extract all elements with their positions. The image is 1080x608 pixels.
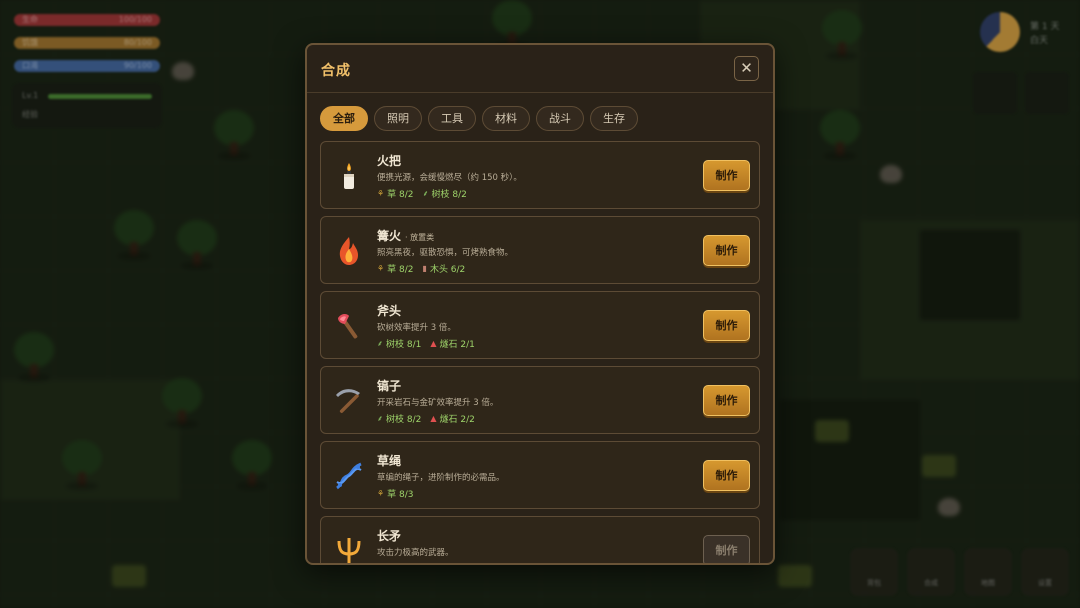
- recipe-description: 攻击力极高的武器。: [377, 548, 454, 558]
- hotbar-slot[interactable]: 地图: [964, 548, 1012, 596]
- material-item: ⸙ 树枝 8/2: [423, 187, 467, 200]
- material-item: ⚘ 草 8/2: [377, 262, 414, 275]
- recipe-materials: ⚘ 草 8/3: [377, 487, 414, 500]
- fire-icon: [333, 235, 365, 267]
- tab-2[interactable]: 工具: [428, 106, 476, 131]
- hotbar-slot[interactable]: 背包: [850, 548, 898, 596]
- material-count: 树枝 8/1: [386, 340, 422, 350]
- tab-3[interactable]: 材料: [482, 106, 530, 131]
- recipe-materials: ⚘ 草 8/2 ⸙ 树枝 8/2: [377, 187, 467, 200]
- recipe-name: 草绳: [377, 454, 402, 468]
- material-count: 草 8/2: [387, 265, 414, 275]
- recipe-description: 草编的绳子，进阶制作的必需品。: [377, 473, 505, 483]
- flint-icon: ▲: [430, 414, 437, 423]
- modal-header: 合成 ✕: [307, 45, 773, 93]
- thirst-bar: 口渴 90/100: [14, 60, 160, 72]
- thirst-label: 口渴: [22, 61, 38, 70]
- material-count: 木头 6/2: [429, 265, 466, 275]
- hotbar-slot[interactable]: 设置: [1021, 548, 1069, 596]
- spear-icon: [333, 535, 365, 563]
- category-tabs: 全部 照明 工具 材料 战斗 生存: [320, 106, 638, 131]
- recipe-name: 长矛: [377, 529, 402, 543]
- recipe-description: 开采岩石与金矿效率提升 3 倍。: [377, 398, 499, 408]
- recipe-name: 篝火 · 放置类: [377, 229, 435, 243]
- craft-button[interactable]: 制作: [703, 385, 750, 416]
- flint-icon: ▲: [430, 339, 437, 348]
- tab-5[interactable]: 生存: [590, 106, 638, 131]
- candle-icon: [333, 160, 365, 192]
- recipe-materials: ⸙ 树枝 8/2 ▲ 燧石 2/2: [377, 412, 475, 425]
- hunger-value: 80/100: [123, 38, 152, 47]
- axe-icon: [333, 310, 365, 342]
- recipe-description: 照亮黑夜，驱散恐惧，可烤熟食物。: [377, 248, 514, 258]
- clock-text: 第 1 天 白天: [1030, 20, 1059, 48]
- wood-icon: ▮: [422, 264, 427, 273]
- material-item: ⸙ 树枝 8/1: [377, 337, 421, 350]
- health-label: 生命: [22, 15, 38, 24]
- recipe-description: 砍树效率提升 3 倍。: [377, 323, 456, 333]
- material-item: ⚘ 草 8/3: [377, 487, 414, 500]
- material-count: 燧石 2/1: [439, 340, 475, 350]
- twig-icon: ⸙: [377, 414, 383, 423]
- clock-day: 第 1 天: [1030, 22, 1060, 32]
- recipe-name: 斧头: [377, 304, 402, 318]
- recipe-tag: · 放置类: [405, 233, 435, 242]
- close-icon: ✕: [740, 59, 753, 77]
- craft-button[interactable]: 制作: [703, 535, 750, 563]
- recipe-list: 火把 便携光源，会缓慢燃尽（约 150 秒）。 ⚘ 草 8/2 ⸙ 树枝 8/2 制作 篝火 ·…: [320, 141, 760, 563]
- grass-icon: ⚘: [377, 264, 385, 273]
- health-value: 100/100: [118, 15, 152, 24]
- recipe-description: 便携光源，会缓慢燃尽（约 150 秒）。: [377, 173, 522, 183]
- craft-button[interactable]: 制作: [703, 310, 750, 341]
- hotbar-slot[interactable]: 合成: [907, 548, 955, 596]
- material-count: 燧石 2/2: [439, 415, 475, 425]
- grass-icon: ⚘: [377, 189, 385, 198]
- hunger-bar: 饥饿 80/100: [14, 37, 160, 49]
- hunger-label: 饥饿: [22, 38, 38, 47]
- craft-modal: 合成 ✕ 全部 照明 工具 材料 战斗 生存 火把便携光源，会缓慢燃尽（约 150 秒）。…: [305, 43, 775, 565]
- level-label: Lv.1: [22, 91, 39, 100]
- recipe-card: 篝火 · 放置类照亮黑夜，驱散恐惧，可烤熟食物。 ⚘ 草 8/2 ▮ 木头 6/2 制作: [320, 216, 760, 284]
- recipe-materials: ⸙ 树枝 8/1 ▲ 燧石 2/1: [377, 337, 475, 350]
- craft-button[interactable]: 制作: [703, 460, 750, 491]
- recipe-card: 草绳草编的绳子，进阶制作的必需品。 ⚘ 草 8/3 制作: [320, 441, 760, 509]
- craft-button[interactable]: 制作: [703, 160, 750, 191]
- material-count: 草 8/2: [387, 190, 414, 200]
- recipe-card: 斧头砍树效率提升 3 倍。 ⸙ 树枝 8/1 ▲ 燧石 2/1 制作: [320, 291, 760, 359]
- material-item: ⸙ 树枝 8/2: [377, 412, 421, 425]
- xp-bar: [48, 94, 152, 99]
- recipe-name: 镐子: [377, 379, 402, 393]
- health-bar: 生命 100/100: [14, 14, 160, 26]
- recipe-card: 火把便携光源，会缓慢燃尽（约 150 秒）。 ⚘ 草 8/2 ⸙ 树枝 8/2 制作: [320, 141, 760, 209]
- clock-time: 白天: [1030, 36, 1049, 46]
- craft-button[interactable]: 制作: [703, 235, 750, 266]
- grass-icon: ⚘: [377, 489, 385, 498]
- pickaxe-icon: [333, 385, 365, 417]
- material-count: 树枝 8/2: [386, 415, 422, 425]
- twig-icon: ⸙: [377, 339, 383, 348]
- modal-title: 合成: [321, 63, 351, 79]
- tab-0[interactable]: 全部: [320, 106, 368, 131]
- tab-1[interactable]: 照明: [374, 106, 422, 131]
- material-item: ⚘ 草 8/2: [377, 187, 414, 200]
- recipe-materials: ⚘ 草 8/2 ▮ 木头 6/2: [377, 262, 465, 275]
- material-item: ▲ 燧石 2/2: [430, 412, 475, 425]
- material-count: 树枝 8/2: [431, 190, 467, 200]
- tab-4[interactable]: 战斗: [536, 106, 584, 131]
- recipe-name: 火把: [377, 154, 402, 168]
- xp-label: 经验: [22, 110, 38, 119]
- twig-icon: ⸙: [422, 189, 429, 198]
- menu-button[interactable]: [1025, 72, 1069, 114]
- material-item: ▲ 燧石 2/1: [430, 337, 475, 350]
- close-button[interactable]: ✕: [734, 56, 759, 81]
- material-count: 草 8/3: [387, 490, 414, 500]
- material-item: ▮ 木头 6/2: [423, 262, 466, 275]
- recipe-card: 镐子开采岩石与金矿效率提升 3 倍。 ⸙ 树枝 8/2 ▲ 燧石 2/2 制作: [320, 366, 760, 434]
- recipe-card: 长矛攻击力极高的武器。 制作: [320, 516, 760, 563]
- rope-icon: [333, 460, 365, 492]
- thirst-value: 90/100: [123, 61, 152, 70]
- day-night-clock-icon: [980, 12, 1020, 52]
- map-button[interactable]: [973, 72, 1017, 114]
- level-panel: Lv.1 经验: [12, 83, 162, 128]
